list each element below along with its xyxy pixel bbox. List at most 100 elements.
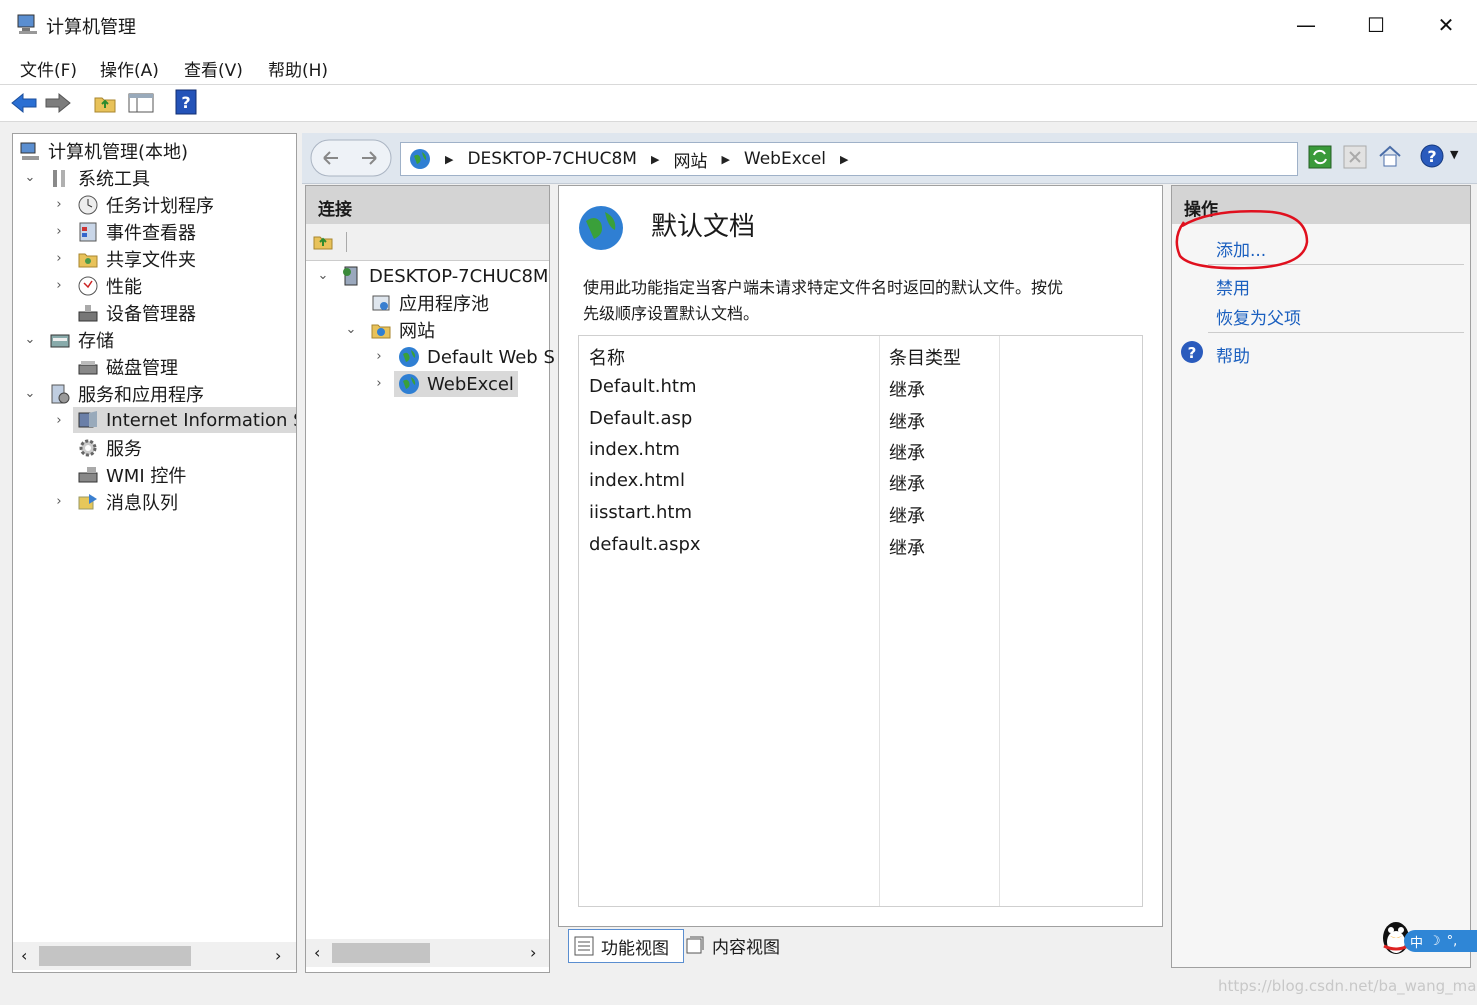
tree-item-device-manager[interactable]: 设备管理器 [77,300,196,326]
breadcrumb-site[interactable]: WebExcel [744,149,826,169]
row-type[interactable]: 继承 [889,502,925,528]
conn-item-server[interactable]: DESKTOP-7CHUC8M [340,263,548,289]
help-dropdown-icon[interactable]: ▼ [1450,148,1458,161]
scroll-thumb[interactable] [332,943,430,963]
chevron-right-icon[interactable]: › [52,494,66,509]
tree-item-disk-management[interactable]: 磁盘管理 [77,354,178,380]
tree-item-message-queue[interactable]: 消息队列 [77,489,178,515]
row-type[interactable]: 继承 [889,439,925,465]
add-connection-icon[interactable] [312,230,334,252]
conn-item-app-pools[interactable]: 应用程序池 [370,290,489,316]
revert-to-parent-link[interactable]: 恢复为父项 [1216,304,1301,329]
menu-action[interactable]: 操作(A) [100,56,159,81]
computer-icon [20,142,39,160]
tree-item-iis[interactable]: Internet Information Se [73,407,296,433]
actions-divider [1208,332,1464,333]
close-button[interactable]: ✕ [1411,0,1477,50]
up-folder-icon[interactable] [93,91,117,115]
svg-text:?: ? [181,93,190,112]
row-name[interactable]: default.aspx [589,534,701,555]
help-action-link[interactable]: 帮助 [1216,342,1250,367]
home-icon[interactable] [1377,143,1403,169]
back-forward-buttons[interactable] [310,139,392,177]
conn-item-default-web-site[interactable]: Default Web S [398,344,555,370]
chevron-down-icon[interactable]: ⌄ [23,386,37,401]
scroll-right-icon[interactable]: › [530,943,536,962]
stop-icon[interactable] [1343,145,1367,169]
tree-item-services[interactable]: 服务 [77,435,142,461]
tree-root-label: 计算机管理(本地) [48,142,189,163]
scroll-thumb[interactable] [39,946,191,966]
help-book-icon[interactable]: ? [175,89,197,115]
punctuation-icon[interactable]: °, [1447,934,1458,949]
chevron-right-icon[interactable]: › [52,197,66,212]
ime-toolbar[interactable]: 中 ☽ °, [1404,930,1477,952]
tree-item-wmi[interactable]: WMI 控件 [77,462,186,488]
tree-item-storage[interactable]: 存储 [49,327,114,353]
tree-item-performance[interactable]: 性能 [77,273,142,299]
chevron-down-icon[interactable]: ⌄ [23,170,37,185]
breadcrumb-separator-icon[interactable]: ▶ [840,153,848,166]
help-icon[interactable]: ? [1419,143,1445,169]
row-type[interactable]: 继承 [889,408,925,434]
maximize-button[interactable]: ☐ [1341,0,1411,50]
chevron-down-icon[interactable]: ⌄ [316,268,330,283]
chevron-down-icon[interactable]: ⌄ [23,332,37,347]
disable-action-link[interactable]: 禁用 [1216,274,1250,299]
row-type[interactable]: 继承 [889,470,925,496]
title-bar: 计算机管理 — ☐ ✕ [0,0,1477,51]
back-arrow-icon[interactable] [10,91,38,115]
tree-item-label: 性能 [106,277,142,298]
row-name[interactable]: Default.htm [589,376,697,397]
conn-horizontal-scrollbar[interactable]: ‹ › [306,939,549,967]
ime-mode-label[interactable]: 中 [1410,932,1423,951]
refresh-icon[interactable] [1308,145,1332,169]
column-header-type[interactable]: 条目类型 [889,344,961,370]
message-queue-icon [78,494,97,510]
scroll-left-icon[interactable]: ‹ [314,943,320,962]
scroll-right-icon[interactable]: › [275,946,281,965]
content-view-button[interactable]: 内容视图 [684,929,794,961]
connections-header: 连接 [306,186,549,224]
tree-item-event-viewer[interactable]: 事件查看器 [77,219,196,245]
shared-folder-icon [78,253,98,268]
chevron-right-icon[interactable]: › [372,349,386,364]
show-hide-tree-icon[interactable] [127,91,155,115]
left-horizontal-scrollbar[interactable]: ‹ › [13,942,296,970]
breadcrumb-sites[interactable]: 网站 [673,147,707,172]
forward-arrow-icon[interactable] [44,91,72,115]
actions-panel: 操作 添加... 禁用 恢复为父项 ? 帮助 [1171,185,1471,968]
scroll-left-icon[interactable]: ‹ [21,946,27,965]
chevron-right-icon[interactable]: › [52,251,66,266]
feature-title: 默认文档 [651,212,756,242]
tree-item-system-tools[interactable]: 系统工具 [49,165,150,191]
row-type[interactable]: 继承 [889,534,925,560]
tree-item-services-apps[interactable]: 服务和应用程序 [49,381,204,407]
globe-icon [399,347,419,367]
window-title: 计算机管理 [46,17,136,38]
menu-file[interactable]: 文件(F) [20,56,77,81]
row-name[interactable]: iisstart.htm [589,502,692,523]
chevron-right-icon[interactable]: › [52,224,66,239]
conn-item-sites[interactable]: 网站 [370,317,435,343]
column-header-name[interactable]: 名称 [589,344,625,370]
menu-help[interactable]: 帮助(H) [268,56,328,81]
row-type[interactable]: 继承 [889,376,925,402]
tree-item-shared-folders[interactable]: 共享文件夹 [77,246,196,272]
breadcrumb-server[interactable]: DESKTOP-7CHUC8M [467,149,637,169]
tree-root[interactable]: 计算机管理(本地) [19,138,188,164]
row-name[interactable]: index.htm [589,439,680,460]
row-name[interactable]: Default.asp [589,408,692,429]
menu-bar: 文件(F) 操作(A) 查看(V) 帮助(H) [0,50,1477,85]
row-name[interactable]: index.html [589,470,685,491]
tree-item-task-scheduler[interactable]: 任务计划程序 [77,192,214,218]
moon-icon[interactable]: ☽ [1429,934,1441,949]
features-view-button[interactable]: 功能视图 [568,929,684,963]
minimize-button[interactable]: — [1271,0,1341,50]
chevron-right-icon[interactable]: › [52,278,66,293]
chevron-right-icon[interactable]: › [372,376,386,391]
chevron-down-icon[interactable]: ⌄ [344,322,358,337]
menu-view[interactable]: 查看(V) [184,56,243,81]
chevron-right-icon[interactable]: › [52,413,66,428]
conn-item-webexcel[interactable]: WebExcel [394,371,518,397]
